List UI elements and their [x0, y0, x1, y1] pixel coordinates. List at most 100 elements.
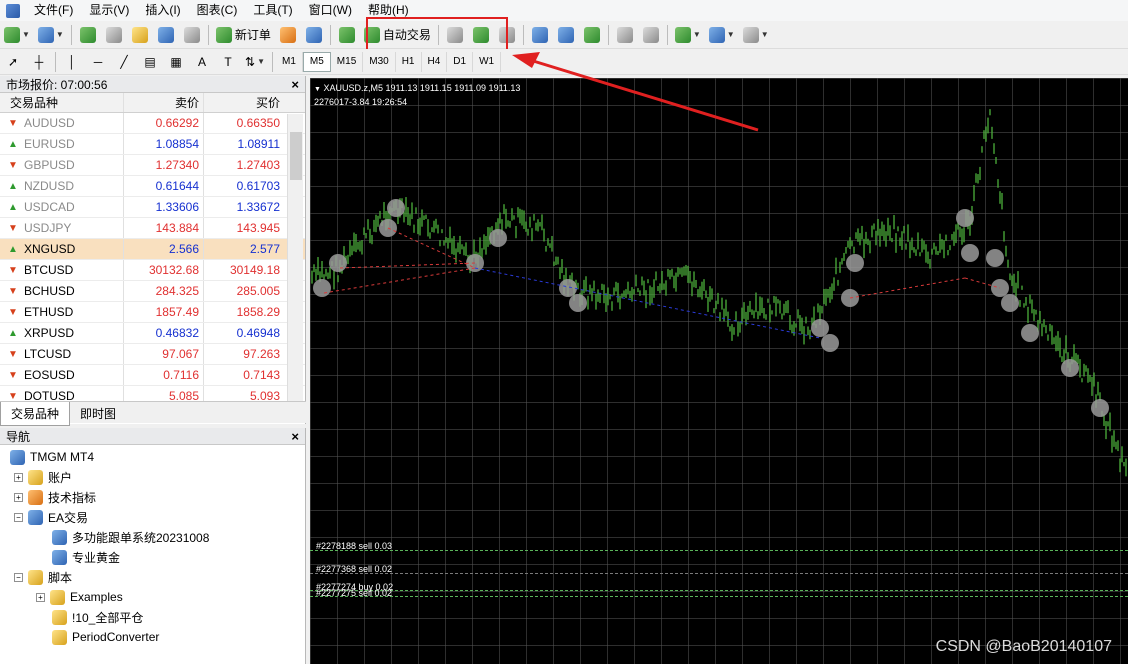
market-button[interactable] — [336, 24, 358, 46]
close-icon[interactable]: × — [291, 429, 299, 444]
menu-window[interactable]: 窗口(W) — [301, 0, 360, 21]
menu-view[interactable]: 显示(V) — [81, 0, 137, 21]
trade-marker[interactable] — [821, 334, 839, 352]
crosshair-button[interactable]: ┼ — [28, 51, 50, 73]
templates-button[interactable]: ▼ — [741, 24, 771, 46]
trade-marker[interactable] — [986, 249, 1004, 267]
signals-button[interactable] — [303, 24, 325, 46]
tree-ea[interactable]: − EA交易 — [14, 508, 88, 526]
trade-marker[interactable] — [1021, 324, 1039, 342]
trade-marker[interactable] — [1061, 359, 1079, 377]
quote-row[interactable]: ▼ EOSUSD 0.7116 0.7143 — [0, 365, 305, 386]
order-line[interactable] — [310, 550, 1128, 551]
quote-row[interactable]: ▲ XNGUSD 2.566 2.577 — [0, 239, 305, 260]
trade-marker[interactable] — [489, 229, 507, 247]
zoom-in-button[interactable] — [529, 24, 551, 46]
tab-symbols[interactable]: 交易品种 — [0, 402, 71, 426]
column-symbol[interactable]: 交易品种 — [0, 93, 124, 112]
quote-row[interactable]: ▼ GBPUSD 1.27340 1.27403 — [0, 155, 305, 176]
tree-script-item[interactable]: + Examples — [36, 588, 123, 606]
column-ask[interactable]: 买价 — [204, 93, 284, 112]
strategy-tester-button[interactable] — [181, 24, 203, 46]
channel-button[interactable]: ▤ — [139, 51, 161, 73]
terminal-button[interactable] — [155, 24, 177, 46]
tree-ea-item[interactable]: 专业黄金 — [52, 548, 120, 566]
trade-marker[interactable] — [1091, 399, 1109, 417]
market-watch-button[interactable] — [77, 24, 99, 46]
periods-button[interactable]: ▼ — [707, 24, 737, 46]
collapse-icon[interactable]: − — [14, 512, 23, 522]
line-chart-button[interactable] — [496, 24, 518, 46]
tree-accounts[interactable]: + 账户 — [14, 468, 72, 486]
expand-icon[interactable]: + — [14, 472, 23, 482]
navigator-button[interactable] — [129, 24, 151, 46]
cursor-button[interactable]: ➚ — [2, 51, 24, 73]
trade-marker[interactable] — [387, 199, 405, 217]
new-order-button[interactable]: 新订单 — [214, 24, 273, 46]
order-line[interactable] — [310, 573, 1128, 574]
period-h1[interactable]: H1 — [396, 51, 422, 72]
trade-marker[interactable] — [329, 254, 347, 272]
tile-windows-button[interactable] — [581, 24, 603, 46]
expand-icon[interactable]: + — [14, 492, 23, 502]
period-m30[interactable]: M30 — [363, 51, 396, 72]
quote-scrollbar[interactable] — [287, 114, 303, 404]
label-button[interactable]: T — [217, 51, 239, 73]
period-m1[interactable]: M1 — [276, 51, 303, 72]
period-m5[interactable]: M5 — [302, 51, 331, 72]
quote-row[interactable]: ▲ EURUSD 1.08854 1.08911 — [0, 134, 305, 155]
horizontal-line-button[interactable]: ─ — [87, 51, 109, 73]
column-bid[interactable]: 卖价 — [124, 93, 204, 112]
tree-script-item[interactable]: !10_全部平仓 — [52, 608, 143, 626]
auto-trading-button[interactable]: 自动交易 — [362, 24, 433, 46]
tree-scripts[interactable]: − 脚本 — [14, 568, 72, 586]
tab-tick-chart[interactable]: 即时图 — [70, 402, 126, 425]
tree-indicators[interactable]: + 技术指标 — [14, 488, 96, 506]
indicators-button[interactable]: ▼ — [673, 24, 703, 46]
menu-tools[interactable]: 工具(T) — [245, 0, 300, 21]
fibonacci-button[interactable]: ▦ — [165, 51, 187, 73]
quote-row[interactable]: ▼ AUDUSD 0.66292 0.66350 — [0, 113, 305, 134]
quote-row[interactable]: ▲ NZDUSD 0.61644 0.61703 — [0, 176, 305, 197]
close-icon[interactable]: × — [291, 77, 299, 92]
tree-script-item[interactable]: PeriodConverter — [52, 628, 159, 646]
collapse-icon[interactable]: − — [14, 572, 23, 582]
trade-marker[interactable] — [1001, 294, 1019, 312]
period-w1[interactable]: W1 — [473, 51, 502, 72]
new-chart-button[interactable]: ▼ — [2, 24, 32, 46]
quote-row[interactable]: ▼ LTCUSD 97.067 97.263 — [0, 344, 305, 365]
bar-chart-button[interactable] — [444, 24, 466, 46]
meta-editor-button[interactable] — [277, 24, 299, 46]
vertical-line-button[interactable]: │ — [61, 51, 83, 73]
data-window-button[interactable] — [103, 24, 125, 46]
expand-icon[interactable]: + — [36, 592, 45, 602]
trade-marker[interactable] — [956, 209, 974, 227]
quote-row[interactable]: ▲ XRPUSD 0.46832 0.46948 — [0, 323, 305, 344]
quote-row[interactable]: ▼ BTCUSD 30132.68 30149.18 — [0, 260, 305, 281]
arrows-button[interactable]: ⇅ ▼ — [243, 51, 267, 73]
period-h4[interactable]: H4 — [422, 51, 448, 72]
trendline-button[interactable]: ╱ — [113, 51, 135, 73]
trade-marker[interactable] — [313, 279, 331, 297]
quote-row[interactable]: ▼ BCHUSD 284.325 285.005 — [0, 281, 305, 302]
trade-marker[interactable] — [961, 244, 979, 262]
candlestick-button[interactable] — [470, 24, 492, 46]
menu-insert[interactable]: 插入(I) — [137, 0, 188, 21]
order-line[interactable] — [310, 590, 1128, 591]
menu-file[interactable]: 文件(F) — [26, 0, 81, 21]
profiles-button[interactable]: ▼ — [36, 24, 66, 46]
quote-row[interactable]: ▼ USDJPY 143.884 143.945 — [0, 218, 305, 239]
chart-shift-button[interactable] — [614, 24, 636, 46]
period-m15[interactable]: M15 — [331, 51, 364, 72]
menu-help[interactable]: 帮助(H) — [360, 0, 417, 21]
price-chart[interactable]: ▼ XAUUSD.z,M5 1911.13 1911.15 1911.09 19… — [310, 78, 1128, 664]
menu-charts[interactable]: 图表(C) — [189, 0, 246, 21]
trade-marker[interactable] — [811, 319, 829, 337]
autoscroll-button[interactable] — [640, 24, 662, 46]
order-line[interactable] — [310, 596, 1128, 597]
trade-marker[interactable] — [559, 279, 577, 297]
period-d1[interactable]: D1 — [447, 51, 474, 72]
trade-marker[interactable] — [846, 254, 864, 272]
quote-row[interactable]: ▲ USDCAD 1.33606 1.33672 — [0, 197, 305, 218]
text-button[interactable]: A — [191, 51, 213, 73]
